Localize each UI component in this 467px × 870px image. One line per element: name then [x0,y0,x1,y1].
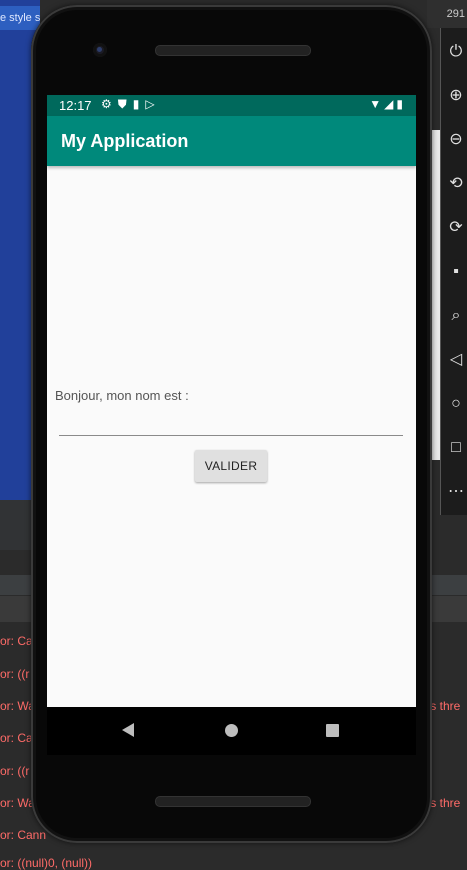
submit-button[interactable]: VALIDER [195,450,267,482]
zoom-icon[interactable]: ⌕ [445,294,467,338]
phone-frame: 12:17 ⚙⛊▮▷ ▼◢▮ My Application Bonjour, m… [31,5,432,843]
log-line: or: Ca [0,634,33,648]
sd-card-icon: ▮ [132,97,146,111]
play-store-icon: ▷ [145,97,161,111]
screenshot-icon[interactable]: ▪ [445,250,467,294]
earpiece-speaker [155,45,311,56]
wifi-icon: ▼ [369,97,385,111]
more-icon[interactable]: ⋯ [445,470,467,514]
log-line: or: Wa [0,796,35,810]
app-screen: 12:17 ⚙⛊▮▷ ▼◢▮ My Application Bonjour, m… [47,95,416,707]
bottom-speaker [155,796,311,807]
log-line: 's thre [428,699,461,713]
rotate-left-icon[interactable]: ⟲ [445,162,467,206]
notification-icons: ⚙⛊▮▷ [101,97,161,112]
recents-icon[interactable] [326,724,339,737]
shield-icon: ⛊ [117,97,133,111]
navigation-bar [47,707,416,755]
log-line: or: Ca [0,731,33,745]
name-label: Bonjour, mon nom est : [55,388,189,403]
home-icon[interactable] [225,724,238,737]
battery-icon: ▮ [396,97,406,111]
log-line: or: ((r [0,764,30,778]
log-line: or: Wa [0,699,35,713]
name-input[interactable] [59,413,403,436]
gear-icon: ⚙ [101,97,118,111]
rotate-right-icon[interactable]: ⟳ [445,206,467,250]
volume-up-icon[interactable]: ⊕ [445,74,467,118]
signal-icon: ◢ [384,97,397,111]
status-bar: 12:17 ⚙⛊▮▷ ▼◢▮ [47,95,416,116]
log-line: or: ((null)0, (null)) [0,856,93,870]
home-icon[interactable]: ○ [445,382,467,426]
overview-icon[interactable]: □ [445,426,467,470]
power-icon[interactable]: ⏻ [445,30,467,74]
front-camera [93,43,107,57]
emulator-side-toolbar: ⏻ ⊕ ⊖ ⟲ ⟳ ▪ ⌕ ◁ ○ □ ⋯ [440,0,467,515]
ide-right-header: 291 [427,0,467,28]
back-icon[interactable]: ◁ [445,338,467,382]
status-time: 12:17 [59,98,92,113]
log-line: or: ((r [0,667,30,681]
system-icons: ▼◢▮ [369,97,406,111]
log-line: or: Cann [0,828,47,842]
app-title: My Application [61,131,189,151]
app-bar: My Application [47,116,416,166]
log-line: 's thre [428,796,461,810]
back-icon[interactable] [122,723,134,737]
ide-editor-tab[interactable]: e style s [0,6,40,30]
volume-down-icon[interactable]: ⊖ [445,118,467,162]
